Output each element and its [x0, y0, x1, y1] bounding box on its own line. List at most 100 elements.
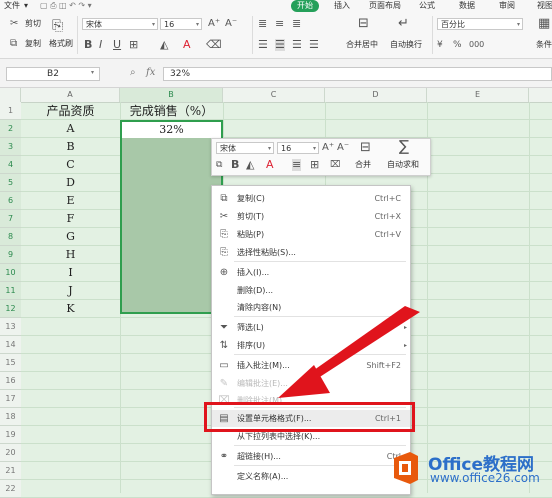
- mini-font-size-select[interactable]: 16 ▾: [277, 142, 319, 154]
- align-left-icon[interactable]: ☰: [258, 39, 268, 51]
- formula-input[interactable]: 32%: [163, 67, 552, 81]
- product-cell[interactable]: H: [21, 246, 120, 264]
- row-header[interactable]: 21: [0, 462, 21, 480]
- context-menu-item[interactable]: ⎘ 选择性粘贴(S)...: [212, 244, 410, 261]
- font-size-select[interactable]: 16 ▾: [160, 18, 202, 30]
- font-color-icon[interactable]: A: [266, 159, 274, 171]
- tab-insert[interactable]: 插入: [334, 0, 350, 12]
- paste-icon[interactable]: ⎘: [52, 19, 63, 33]
- row-header[interactable]: 6: [0, 192, 21, 210]
- context-menu-item[interactable]: ▭ 插入批注(M)... Shift+F2: [212, 357, 410, 374]
- format-painter-button[interactable]: 格式刷: [49, 38, 73, 50]
- underline-icon[interactable]: U: [113, 39, 121, 51]
- row-header[interactable]: 13: [0, 318, 21, 336]
- row-header[interactable]: 8: [0, 228, 21, 246]
- context-menu-item[interactable]: 定义名称(A)...: [212, 468, 410, 485]
- tab-review[interactable]: 审阅: [499, 0, 515, 12]
- fill-color-icon[interactable]: ◭: [160, 39, 168, 51]
- row-header[interactable]: 14: [0, 336, 21, 354]
- align-center-icon[interactable]: ≡: [292, 159, 302, 171]
- mini-merge-button[interactable]: 合并: [355, 159, 371, 171]
- merge-icon[interactable]: ⊟: [360, 141, 371, 154]
- row-header[interactable]: 15: [0, 354, 21, 372]
- row-header[interactable]: 5: [0, 174, 21, 192]
- eraser-icon[interactable]: ⌫: [206, 39, 222, 51]
- sum-icon[interactable]: ∑: [399, 139, 409, 154]
- row-header[interactable]: 22: [0, 480, 21, 498]
- align-top-icon[interactable]: ≣: [258, 18, 267, 30]
- thousands-icon[interactable]: 000: [469, 39, 484, 51]
- border-icon[interactable]: ⊞: [310, 159, 319, 171]
- mini-font-name-select[interactable]: 宋体 ▾: [216, 142, 274, 154]
- fx-label[interactable]: fx: [146, 67, 155, 78]
- mini-autosum-button[interactable]: 自动求和: [387, 159, 419, 171]
- row-header[interactable]: 20: [0, 444, 21, 462]
- grow-font-icon[interactable]: A⁺: [208, 18, 220, 30]
- tab-page-layout[interactable]: 页面布局: [369, 0, 401, 12]
- column-header-e[interactable]: E: [427, 88, 529, 102]
- row-header[interactable]: 7: [0, 210, 21, 228]
- border-icon[interactable]: ⊞: [129, 39, 138, 51]
- wrap-text-button[interactable]: 自动换行: [390, 39, 422, 51]
- product-cell[interactable]: B: [21, 138, 120, 156]
- context-menu-item[interactable]: 删除(D)...: [212, 282, 410, 299]
- context-menu-item[interactable]: ⊕ 插入(I)...: [212, 264, 410, 281]
- copy-format-icon[interactable]: ⧉: [216, 159, 222, 171]
- merge-icon[interactable]: ⊟: [358, 17, 369, 30]
- copy-icon[interactable]: ⧉: [10, 38, 17, 50]
- column-header-d[interactable]: D: [325, 88, 427, 102]
- delete-icon[interactable]: ⌧: [330, 159, 340, 171]
- percent-icon[interactable]: %: [453, 39, 462, 51]
- shrink-font-icon[interactable]: A⁻: [337, 142, 349, 154]
- context-menu-item[interactable]: ⚭ 超链接(H)... Ctrl: [212, 448, 410, 465]
- product-cell[interactable]: G: [21, 228, 120, 246]
- copy-button[interactable]: 复制: [25, 38, 41, 50]
- conditional-format-button[interactable]: 条件: [536, 39, 552, 51]
- product-cell[interactable]: K: [21, 300, 120, 318]
- product-cell[interactable]: A: [21, 120, 120, 138]
- row-header[interactable]: 1: [0, 102, 21, 120]
- row-header[interactable]: 4: [0, 156, 21, 174]
- merge-center-button[interactable]: 合并居中: [346, 39, 378, 51]
- currency-icon[interactable]: ¥: [437, 39, 443, 51]
- row-header[interactable]: 12: [0, 300, 21, 318]
- context-menu-item[interactable]: ⇅ 排序(U) ▸: [212, 337, 410, 354]
- scissors-icon[interactable]: ✂: [10, 18, 18, 30]
- tab-start[interactable]: 开始: [291, 0, 319, 12]
- select-all-corner[interactable]: [0, 88, 21, 102]
- cut-button[interactable]: 剪切: [25, 18, 41, 30]
- fill-color-icon[interactable]: ◭: [246, 159, 254, 171]
- row-header[interactable]: 18: [0, 408, 21, 426]
- product-cell[interactable]: I: [21, 264, 120, 282]
- font-color-icon[interactable]: A: [183, 39, 191, 51]
- tab-formula[interactable]: 公式: [419, 0, 435, 12]
- row-header[interactable]: 17: [0, 390, 21, 408]
- selected-range[interactable]: [120, 120, 223, 314]
- column-header-b[interactable]: B: [120, 88, 223, 102]
- product-cell[interactable]: J: [21, 282, 120, 300]
- font-name-select[interactable]: 宋体 ▾: [82, 18, 158, 30]
- context-menu-item[interactable]: 清除内容(N): [212, 299, 410, 316]
- row-header[interactable]: 9: [0, 246, 21, 264]
- column-header-a[interactable]: A: [21, 88, 120, 102]
- align-middle-icon[interactable]: ≡: [275, 18, 284, 30]
- zoom-icon[interactable]: ⌕: [130, 67, 136, 78]
- justify-icon[interactable]: ☰: [309, 39, 319, 51]
- shrink-font-icon[interactable]: A⁻: [225, 18, 237, 30]
- product-cell[interactable]: E: [21, 192, 120, 210]
- quick-access-icons[interactable]: ▢ ⎙ ◫ ↶ ↷ ▾: [40, 0, 92, 12]
- row-header[interactable]: 11: [0, 282, 21, 300]
- context-menu-item[interactable]: ⎘ 粘贴(P) Ctrl+V: [212, 226, 410, 243]
- row-header[interactable]: 10: [0, 264, 21, 282]
- row-header[interactable]: 3: [0, 138, 21, 156]
- active-cell-b2[interactable]: 32%: [122, 122, 221, 138]
- row-header[interactable]: 16: [0, 372, 21, 390]
- align-center-icon[interactable]: ☰: [275, 39, 285, 51]
- context-menu-item[interactable]: ⧉ 复制(C) Ctrl+C: [212, 190, 410, 207]
- column-header-c[interactable]: C: [223, 88, 325, 102]
- bold-icon[interactable]: B: [84, 39, 92, 51]
- context-menu-item[interactable]: ⏷ 筛选(L) ▸: [212, 319, 410, 336]
- tab-view[interactable]: 视图: [537, 0, 552, 12]
- tab-data[interactable]: 数据: [459, 0, 475, 12]
- conditional-format-icon[interactable]: ▦: [538, 17, 550, 30]
